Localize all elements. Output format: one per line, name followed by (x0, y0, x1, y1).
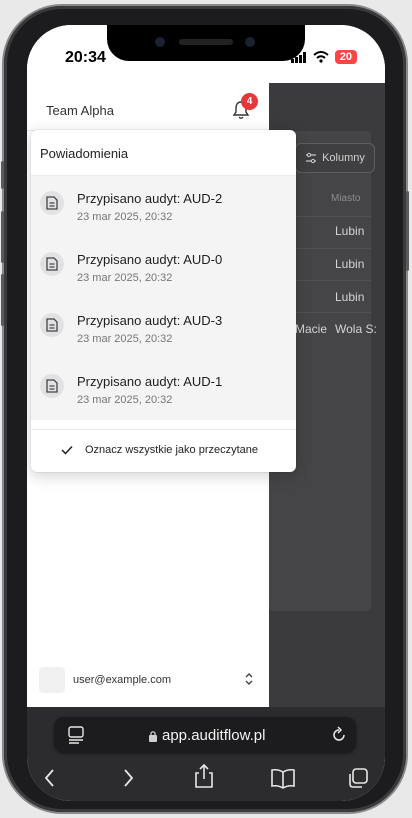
notification-item[interactable]: Przypisano audyt: AUD-0 23 mar 2025, 20:… (31, 237, 296, 298)
divider (31, 429, 296, 430)
columns-button-label: Kolumny (322, 152, 365, 164)
sliders-icon (306, 152, 317, 164)
columns-button[interactable]: Kolumny (295, 143, 375, 173)
status-time: 20:34 (65, 49, 106, 66)
notifications-list: Przypisano audyt: AUD-2 23 mar 2025, 20:… (31, 176, 296, 420)
document-icon (40, 191, 64, 215)
phone-frame: 20:34 20 Kolumny Miasto Lubin Lubin Lubi… (1, 6, 409, 812)
tabs-icon[interactable] (347, 767, 369, 789)
battery-level: 20 (334, 50, 357, 64)
avatar (39, 667, 65, 693)
volume-up-button (1, 211, 4, 263)
table-cell-city: Lubin (335, 257, 365, 271)
notification-date: 23 mar 2025, 20:32 (77, 272, 173, 284)
document-icon (40, 374, 64, 398)
notch (107, 25, 305, 61)
notification-title: Przypisano audyt: AUD-3 (77, 313, 223, 328)
check-icon (61, 445, 73, 455)
notifications-title: Powiadomienia (40, 146, 129, 161)
notification-title: Przypisano audyt: AUD-0 (77, 252, 223, 267)
tabs-list-icon[interactable] (67, 725, 85, 745)
document-icon (40, 252, 64, 276)
notification-title: Przypisano audyt: AUD-1 (77, 374, 223, 389)
mute-switch (1, 161, 4, 189)
chevron-updown-icon (245, 673, 253, 685)
notification-item[interactable]: Przypisano audyt: AUD-1 23 mar 2025, 20:… (31, 359, 296, 420)
status-icons: 20 (290, 50, 357, 64)
forward-icon[interactable] (119, 767, 137, 789)
volume-down-button (1, 274, 4, 326)
notification-item[interactable]: Przypisano audyt: AUD-2 23 mar 2025, 20:… (31, 176, 296, 237)
sensor (155, 37, 165, 47)
lock-icon (149, 730, 157, 742)
team-name[interactable]: Team Alpha (46, 103, 114, 118)
mark-all-read-label: Oznacz wszystkie jako przeczytane (85, 444, 259, 456)
table-cell-city: Lubin (335, 224, 365, 238)
user-menu[interactable]: user@example.com (39, 667, 257, 693)
share-icon[interactable] (193, 763, 215, 789)
notifications-popover: Powiadomienia Przypisano audyt: AUD-2 23… (31, 130, 296, 472)
power-button (406, 191, 409, 271)
document-icon (40, 313, 64, 337)
url-display: app.auditflow.pl (148, 727, 265, 744)
user-email: user@example.com (73, 674, 171, 686)
reload-icon[interactable] (330, 725, 348, 745)
notification-title: Przypisano audyt: AUD-2 (77, 191, 223, 206)
wifi-icon (313, 51, 329, 63)
table-cell-city: Wola S: (335, 322, 377, 336)
back-icon[interactable] (41, 767, 59, 789)
screen: 20:34 20 Kolumny Miasto Lubin Lubin Lubi… (27, 25, 385, 801)
table-cell-name: Macie (295, 322, 328, 336)
notification-date: 23 mar 2025, 20:32 (77, 333, 173, 345)
notification-date: 23 mar 2025, 20:32 (77, 211, 173, 223)
speaker (179, 39, 233, 45)
table-cell-city: Lubin (335, 290, 365, 304)
browser-toolbar: app.auditflow.pl (27, 707, 385, 801)
notification-date: 23 mar 2025, 20:32 (77, 394, 173, 406)
notification-item[interactable]: Przypisano audyt: AUD-3 23 mar 2025, 20:… (31, 298, 296, 359)
mark-all-read-button[interactable]: Oznacz wszystkie jako przeczytane (61, 438, 281, 462)
front-camera (245, 37, 255, 47)
address-bar[interactable]: app.auditflow.pl (54, 717, 356, 753)
city-column-header: Miasto (331, 193, 361, 204)
url-text: app.auditflow.pl (162, 727, 266, 744)
notification-count-badge: 4 (241, 93, 258, 110)
bookmarks-icon[interactable] (270, 767, 296, 789)
